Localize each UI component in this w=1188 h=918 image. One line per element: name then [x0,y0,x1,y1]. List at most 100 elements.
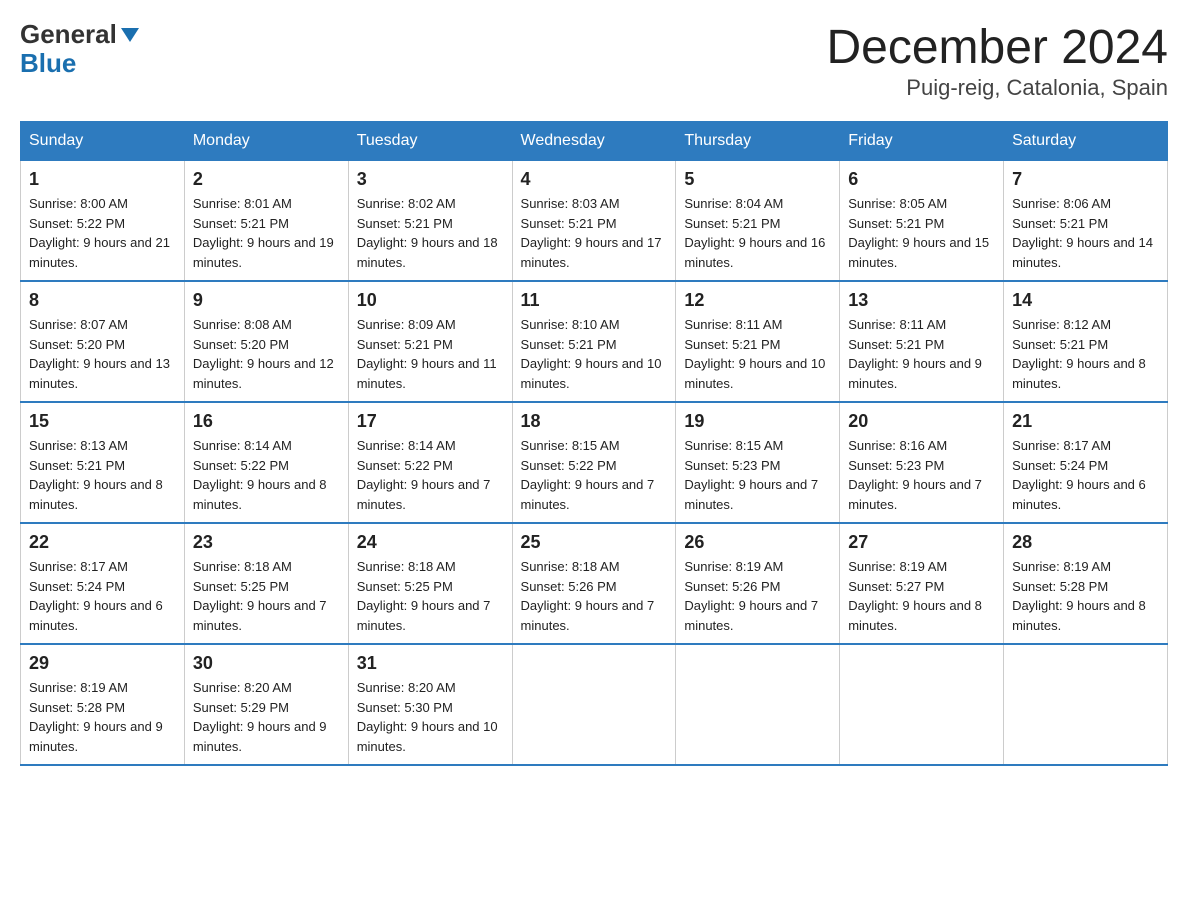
day-number: 24 [357,532,504,553]
calendar-cell: 25 Sunrise: 8:18 AMSunset: 5:26 PMDayligh… [512,523,676,644]
day-number: 15 [29,411,176,432]
day-number: 26 [684,532,831,553]
day-number: 28 [1012,532,1159,553]
calendar-cell: 13Sunrise: 8:11 AMSunset: 5:21 PMDayligh… [840,281,1004,402]
day-info: Sunrise: 8:06 AMSunset: 5:21 PMDaylight:… [1012,194,1159,272]
day-info: Sunrise: 8:18 AMSunset: 5:25 PMDaylight:… [193,557,340,635]
calendar-cell: 20 Sunrise: 8:16 AMSunset: 5:23 PMDayligh… [840,402,1004,523]
day-info: Sunrise: 8:04 AMSunset: 5:21 PMDaylight:… [684,194,831,272]
calendar-cell: 4Sunrise: 8:03 AMSunset: 5:21 PMDaylight… [512,161,676,282]
calendar-week-1: 1 Sunrise: 8:00 AMSunset: 5:22 PMDaylight… [21,161,1168,282]
day-info: Sunrise: 8:14 AMSunset: 5:22 PMDaylight:… [357,436,504,514]
day-info: Sunrise: 8:11 AMSunset: 5:21 PMDaylight:… [684,315,831,393]
header-saturday: Saturday [1004,122,1168,161]
calendar-cell: 2 Sunrise: 8:01 AMSunset: 5:21 PMDaylight… [184,161,348,282]
day-number: 5 [684,169,831,190]
day-number: 23 [193,532,340,553]
day-info: Sunrise: 8:20 AMSunset: 5:29 PMDaylight:… [193,678,340,756]
calendar-cell: 6 Sunrise: 8:05 AMSunset: 5:21 PMDaylight… [840,161,1004,282]
calendar-cell: 31 Sunrise: 8:20 AMSunset: 5:30 PMDayligh… [348,644,512,765]
day-info: Sunrise: 8:02 AMSunset: 5:21 PMDaylight:… [357,194,504,272]
calendar-cell: 10 Sunrise: 8:09 AMSunset: 5:21 PMDayligh… [348,281,512,402]
calendar-cell: 5 Sunrise: 8:04 AMSunset: 5:21 PMDaylight… [676,161,840,282]
day-number: 27 [848,532,995,553]
day-info: Sunrise: 8:17 AMSunset: 5:24 PMDaylight:… [29,557,176,635]
calendar-cell: 29Sunrise: 8:19 AMSunset: 5:28 PMDayligh… [21,644,185,765]
day-number: 19 [684,411,831,432]
day-info: Sunrise: 8:15 AMSunset: 5:23 PMDaylight:… [684,436,831,514]
calendar-cell [840,644,1004,765]
day-number: 30 [193,653,340,674]
calendar-week-3: 15 Sunrise: 8:13 AMSunset: 5:21 PMDayligh… [21,402,1168,523]
day-number: 1 [29,169,176,190]
day-info: Sunrise: 8:10 AMSunset: 5:21 PMDaylight:… [521,315,668,393]
day-number: 10 [357,290,504,311]
logo-blue-text: Blue [20,48,76,78]
day-info: Sunrise: 8:05 AMSunset: 5:21 PMDaylight:… [848,194,995,272]
calendar-cell: 15 Sunrise: 8:13 AMSunset: 5:21 PMDayligh… [21,402,185,523]
calendar-cell: 9 Sunrise: 8:08 AMSunset: 5:20 PMDaylight… [184,281,348,402]
day-info: Sunrise: 8:20 AMSunset: 5:30 PMDaylight:… [357,678,504,756]
calendar-table: SundayMondayTuesdayWednesdayThursdayFrid… [20,121,1168,766]
day-number: 25 [521,532,668,553]
calendar-cell: 17Sunrise: 8:14 AMSunset: 5:22 PMDayligh… [348,402,512,523]
day-number: 2 [193,169,340,190]
day-info: Sunrise: 8:19 AMSunset: 5:27 PMDaylight:… [848,557,995,635]
day-info: Sunrise: 8:16 AMSunset: 5:23 PMDaylight:… [848,436,995,514]
day-number: 11 [521,290,668,311]
day-info: Sunrise: 8:00 AMSunset: 5:22 PMDaylight:… [29,194,176,272]
day-info: Sunrise: 8:19 AMSunset: 5:28 PMDaylight:… [1012,557,1159,635]
day-info: Sunrise: 8:19 AMSunset: 5:28 PMDaylight:… [29,678,176,756]
day-info: Sunrise: 8:09 AMSunset: 5:21 PMDaylight:… [357,315,504,393]
calendar-cell: 30 Sunrise: 8:20 AMSunset: 5:29 PMDayligh… [184,644,348,765]
calendar-cell [1004,644,1168,765]
calendar-cell [512,644,676,765]
calendar-title: December 2024 [826,20,1168,75]
day-number: 3 [357,169,504,190]
day-number: 6 [848,169,995,190]
day-number: 20 [848,411,995,432]
logo-general-text: General [20,20,117,49]
calendar-cell: 21Sunrise: 8:17 AMSunset: 5:24 PMDayligh… [1004,402,1168,523]
day-info: Sunrise: 8:18 AMSunset: 5:26 PMDaylight:… [521,557,668,635]
day-info: Sunrise: 8:11 AMSunset: 5:21 PMDaylight:… [848,315,995,393]
day-number: 7 [1012,169,1159,190]
day-info: Sunrise: 8:12 AMSunset: 5:21 PMDaylight:… [1012,315,1159,393]
day-number: 22 [29,532,176,553]
header-thursday: Thursday [676,122,840,161]
day-info: Sunrise: 8:01 AMSunset: 5:21 PMDaylight:… [193,194,340,272]
calendar-cell: 22 Sunrise: 8:17 AMSunset: 5:24 PMDayligh… [21,523,185,644]
header-tuesday: Tuesday [348,122,512,161]
day-info: Sunrise: 8:18 AMSunset: 5:25 PMDaylight:… [357,557,504,635]
day-number: 16 [193,411,340,432]
day-number: 12 [684,290,831,311]
day-number: 14 [1012,290,1159,311]
page-header: General Blue December 2024 Puig-reig, Ca… [20,20,1168,101]
calendar-cell: 7 Sunrise: 8:06 AMSunset: 5:21 PMDaylight… [1004,161,1168,282]
day-info: Sunrise: 8:13 AMSunset: 5:21 PMDaylight:… [29,436,176,514]
calendar-cell: 8 Sunrise: 8:07 AMSunset: 5:20 PMDaylight… [21,281,185,402]
header-wednesday: Wednesday [512,122,676,161]
day-info: Sunrise: 8:07 AMSunset: 5:20 PMDaylight:… [29,315,176,393]
logo-triangle-icon [119,24,141,46]
day-info: Sunrise: 8:08 AMSunset: 5:20 PMDaylight:… [193,315,340,393]
calendar-header-row: SundayMondayTuesdayWednesdayThursdayFrid… [21,122,1168,161]
calendar-week-5: 29Sunrise: 8:19 AMSunset: 5:28 PMDayligh… [21,644,1168,765]
day-number: 31 [357,653,504,674]
calendar-week-2: 8 Sunrise: 8:07 AMSunset: 5:20 PMDaylight… [21,281,1168,402]
day-number: 18 [521,411,668,432]
day-number: 9 [193,290,340,311]
day-number: 8 [29,290,176,311]
day-info: Sunrise: 8:03 AMSunset: 5:21 PMDaylight:… [521,194,668,272]
calendar-cell: 24 Sunrise: 8:18 AMSunset: 5:25 PMDayligh… [348,523,512,644]
calendar-cell: 3 Sunrise: 8:02 AMSunset: 5:21 PMDaylight… [348,161,512,282]
day-info: Sunrise: 8:17 AMSunset: 5:24 PMDaylight:… [1012,436,1159,514]
calendar-cell: 28 Sunrise: 8:19 AMSunset: 5:28 PMDayligh… [1004,523,1168,644]
calendar-cell: 23 Sunrise: 8:18 AMSunset: 5:25 PMDayligh… [184,523,348,644]
calendar-week-4: 22 Sunrise: 8:17 AMSunset: 5:24 PMDayligh… [21,523,1168,644]
calendar-cell: 18Sunrise: 8:15 AMSunset: 5:22 PMDayligh… [512,402,676,523]
calendar-cell: 27 Sunrise: 8:19 AMSunset: 5:27 PMDayligh… [840,523,1004,644]
calendar-cell: 14 Sunrise: 8:12 AMSunset: 5:21 PMDayligh… [1004,281,1168,402]
calendar-cell: 16Sunrise: 8:14 AMSunset: 5:22 PMDayligh… [184,402,348,523]
header-monday: Monday [184,122,348,161]
